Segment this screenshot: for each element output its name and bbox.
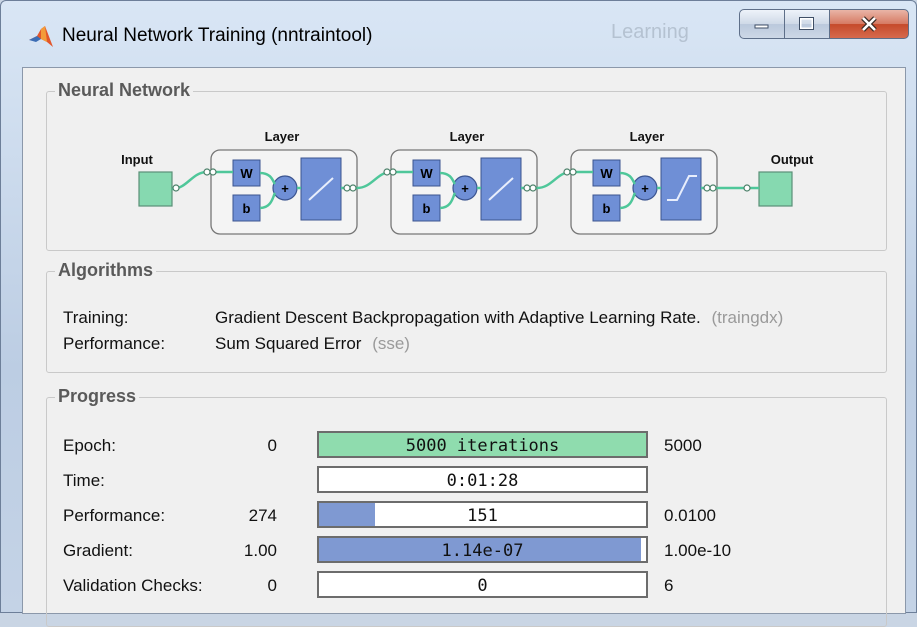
window-title: Neural Network Training (nntraintool) <box>62 25 373 46</box>
layer-2-b: b <box>423 201 431 216</box>
performance-label: Performance: <box>63 334 166 353</box>
layer-3-sum: + <box>641 181 649 196</box>
layer-1-label: Layer <box>265 129 300 144</box>
progress-title: Progress <box>55 386 140 407</box>
matlab-logo-icon <box>29 26 53 47</box>
performance-value: Sum Squared Error (sse) <box>215 334 410 354</box>
app-window: Neural Network Training (nntraintool) Le… <box>0 0 917 627</box>
time-label: Time: <box>63 471 105 490</box>
performance-code: (sse) <box>372 334 410 353</box>
title-bar[interactable]: Neural Network Training (nntraintool) Le… <box>1 1 916 65</box>
validation-value: 0 <box>477 576 488 596</box>
layer-2-w: W <box>420 166 433 181</box>
performance-end: 0.0100 <box>664 506 716 525</box>
layer-1-w: W <box>240 166 253 181</box>
algorithms-title: Algorithms <box>55 260 157 281</box>
layer-3-block: Layer W b + <box>570 129 718 235</box>
performance-progress-value: 151 <box>467 506 498 526</box>
time-progress-bar: 0:01:28 <box>317 466 648 493</box>
training-value: Gradient Descent Backpropagation with Ad… <box>215 308 783 328</box>
epoch-progress-bar: 5000 iterations <box>317 431 648 458</box>
input-label: Input <box>121 152 153 167</box>
epoch-value: 5000 iterations <box>405 436 560 456</box>
layer-3-w: W <box>600 166 613 181</box>
performance-start: 274 <box>248 506 277 525</box>
training-code: (traingdx) <box>711 308 784 327</box>
layer-3-b: b <box>603 201 611 216</box>
layer-2-label: Layer <box>450 129 485 144</box>
close-icon <box>861 16 877 32</box>
validation-progress-bar: 0 <box>317 571 648 598</box>
time-value: 0:01:28 <box>446 471 519 491</box>
layer-1-block: Layer W b + <box>210 129 358 235</box>
validation-label: Validation Checks: <box>63 576 203 595</box>
background-window-text: Learning <box>611 21 689 43</box>
layer-2-sum: + <box>461 181 469 196</box>
performance-progress-label: Performance: <box>63 506 166 525</box>
epoch-start: 0 <box>267 436 277 455</box>
performance-function-name: Sum Squared Error <box>215 334 362 353</box>
client-area: Neural Network Input Output Layer W b + … <box>22 67 906 627</box>
progress-panel: Progress Epoch: 0 5000 iterations 5000 T… <box>46 386 887 627</box>
layer-2-block: Layer W b + <box>390 129 538 235</box>
input-node-icon <box>138 171 173 207</box>
close-button[interactable] <box>829 9 909 39</box>
layer-1-b: b <box>243 201 251 216</box>
training-label: Training: <box>63 308 129 327</box>
gradient-start: 1.00 <box>243 541 277 560</box>
satlin-transfer-icon <box>660 157 702 221</box>
validation-start: 0 <box>267 576 277 595</box>
network-diagram: Input Output Layer W b + Layer W b + Lay… <box>121 129 814 235</box>
gradient-value: 1.14e-07 <box>441 541 524 561</box>
neural-network-panel: Neural Network Input Output Layer W b + … <box>46 80 887 251</box>
gradient-progress-bar: 1.14e-07 <box>317 536 648 563</box>
gradient-end: 1.00e-10 <box>664 541 732 560</box>
output-node-icon <box>758 171 793 207</box>
epoch-end: 5000 <box>664 436 702 455</box>
layer-3-label: Layer <box>630 129 665 144</box>
training-algorithm-name: Gradient Descent Backpropagation with Ad… <box>215 308 701 327</box>
output-label: Output <box>771 152 814 167</box>
minimize-icon <box>754 24 769 29</box>
epoch-label: Epoch: <box>63 436 116 455</box>
gradient-label: Gradient: <box>63 541 133 560</box>
algorithms-panel: Algorithms Training: Gradient Descent Ba… <box>46 260 887 373</box>
layer-1-sum: + <box>281 181 289 196</box>
validation-end: 6 <box>664 576 674 595</box>
maximize-button[interactable] <box>784 9 830 39</box>
maximize-icon <box>799 17 814 30</box>
performance-progress-bar: 151 <box>317 501 648 528</box>
minimize-button[interactable] <box>739 9 785 39</box>
